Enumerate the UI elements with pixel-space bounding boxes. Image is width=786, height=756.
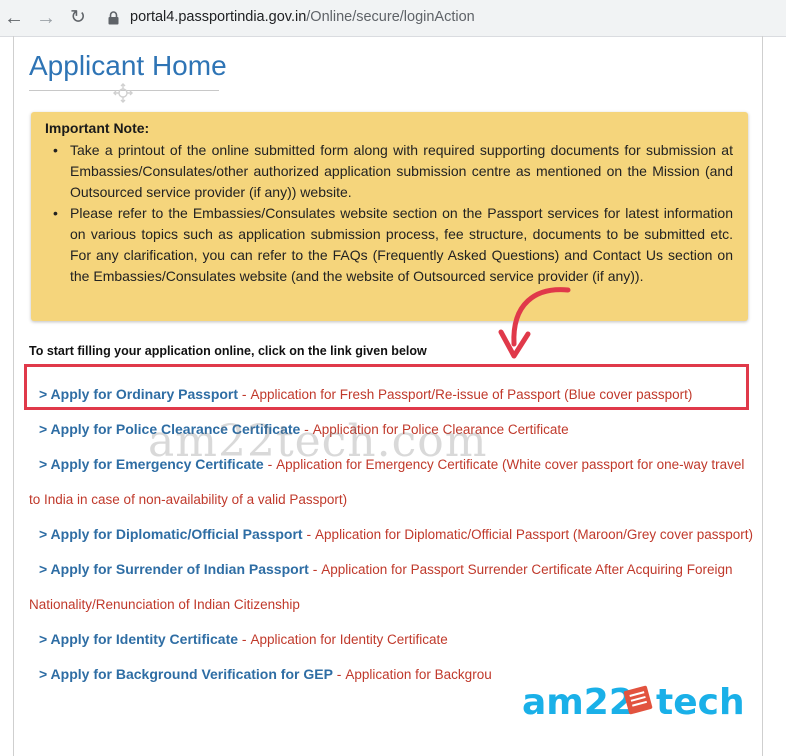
application-links: > Apply for Ordinary Passport - Applicat… bbox=[29, 380, 754, 692]
link-row-background-verification: > Apply for Background Verification for … bbox=[29, 657, 754, 692]
note-item: • Please refer to the Embassies/Consulate… bbox=[53, 203, 733, 287]
link-row-diplomatic-passport: > Apply for Diplomatic/Official Passport… bbox=[29, 517, 754, 552]
note-item-text: Please refer to the Embassies/Consulates… bbox=[70, 205, 733, 284]
link-row-police-clearance: > Apply for Police Clearance Certificate… bbox=[29, 412, 754, 447]
url-path: /Online/secure/loginAction bbox=[306, 9, 475, 25]
link-description: Application for Police Clearance Certifi… bbox=[312, 422, 569, 437]
link-description: Application for Identity Certificate bbox=[250, 632, 448, 647]
link-description: Application for Backgrou bbox=[345, 667, 492, 682]
link-separator: - bbox=[263, 456, 277, 472]
link-separator: - bbox=[332, 666, 346, 682]
note-list: • Take a printout of the online submitted… bbox=[53, 140, 733, 287]
apply-background-verification-link[interactable]: > Apply for Background Verification for … bbox=[29, 666, 333, 682]
link-separator: - bbox=[238, 386, 251, 402]
important-note-box: Important Note: • Take a printout of the … bbox=[31, 112, 748, 321]
reload-icon[interactable]: ↻ bbox=[68, 7, 88, 29]
note-heading: Important Note: bbox=[45, 120, 150, 136]
forward-arrow-icon[interactable]: → bbox=[36, 7, 56, 29]
url-host: portal4.passportindia.gov.in bbox=[130, 9, 307, 25]
address-bar[interactable]: portal4.passportindia.gov.in/Online/secu… bbox=[130, 9, 475, 25]
bullet-icon: • bbox=[53, 142, 58, 158]
page-title: Applicant Home bbox=[29, 50, 227, 81]
link-row-emergency-certificate: > Apply for Emergency Certificate - Appl… bbox=[29, 447, 754, 517]
link-row-ordinary-passport: > Apply for Ordinary Passport - Applicat… bbox=[29, 377, 754, 412]
move-handle-icon bbox=[113, 83, 133, 103]
link-separator: - bbox=[308, 561, 322, 577]
link-separator: - bbox=[238, 631, 251, 647]
instruction-text: To start filling your application online… bbox=[29, 344, 427, 358]
apply-identity-certificate-link[interactable]: > Apply for Identity Certificate bbox=[29, 631, 238, 647]
page-frame-right bbox=[762, 36, 763, 756]
page-frame-left bbox=[13, 36, 14, 756]
bullet-icon: • bbox=[53, 205, 58, 221]
lock-icon[interactable] bbox=[108, 11, 119, 25]
link-separator: - bbox=[300, 421, 313, 437]
red-arrow-icon bbox=[498, 287, 571, 359]
note-item: • Take a printout of the online submitted… bbox=[53, 140, 733, 203]
link-description: Application for Fresh Passport/Re-issue … bbox=[250, 387, 693, 402]
note-item-text: Take a printout of the online submitted … bbox=[70, 142, 733, 200]
apply-ordinary-passport-link[interactable]: > Apply for Ordinary Passport bbox=[29, 386, 238, 402]
link-row-identity-certificate: > Apply for Identity Certificate - Appli… bbox=[29, 622, 754, 657]
link-description: Application for Diplomatic/Official Pass… bbox=[315, 527, 753, 542]
link-separator: - bbox=[302, 526, 316, 542]
back-arrow-icon[interactable]: ← bbox=[4, 7, 24, 29]
apply-diplomatic-passport-link[interactable]: > Apply for Diplomatic/Official Passport bbox=[29, 526, 303, 542]
browser-toolbar: ← → ↻ portal4.passportindia.gov.in/Onlin… bbox=[0, 0, 786, 37]
apply-emergency-certificate-link[interactable]: > Apply for Emergency Certificate bbox=[29, 456, 264, 472]
link-row-surrender-passport: > Apply for Surrender of Indian Passport… bbox=[29, 552, 754, 622]
apply-surrender-passport-link[interactable]: > Apply for Surrender of Indian Passport bbox=[29, 561, 309, 577]
apply-police-clearance-link[interactable]: > Apply for Police Clearance Certificate bbox=[29, 421, 300, 437]
